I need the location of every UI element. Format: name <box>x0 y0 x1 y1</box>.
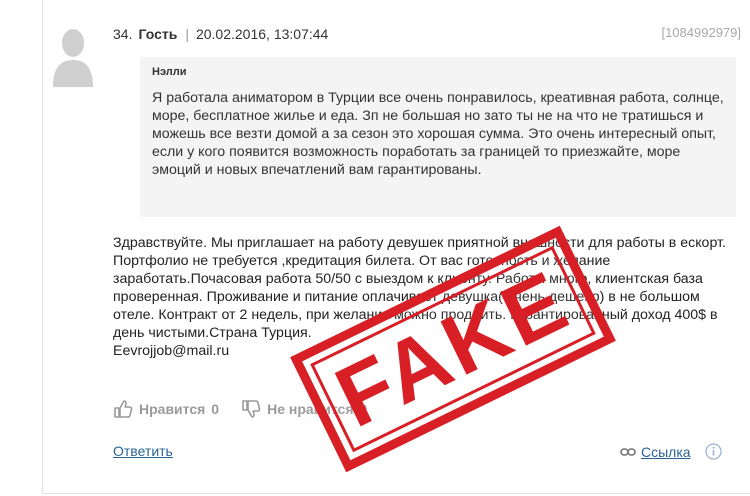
comment-header: 34. Гость | 20.02.2016, 13:07:44 [108499… <box>113 24 750 44</box>
thumbs-up-icon <box>114 400 133 418</box>
comment-id: [1084992979] <box>661 25 741 40</box>
comment-author[interactable]: Гость <box>138 26 177 42</box>
header-separator: | <box>185 26 189 42</box>
like-label: Нравится <box>139 401 206 417</box>
like-button[interactable]: Нравится 0 <box>113 399 219 419</box>
reply-link[interactable]: Ответить <box>113 443 173 459</box>
info-circle-icon[interactable] <box>704 443 722 460</box>
chain-link-icon <box>620 447 636 456</box>
comment-number: 34. <box>113 26 133 42</box>
quote-text: Я работала аниматором в Турции все очень… <box>152 90 724 178</box>
quoted-comment: Нэлли Я работала аниматором в Турции все… <box>140 57 736 217</box>
permalink[interactable]: Ссылка <box>620 443 722 460</box>
quote-author: Нэлли <box>152 66 187 78</box>
comment-datetime: 20.02.2016, 13:07:44 <box>195 26 329 42</box>
avatar <box>53 29 93 87</box>
thumbs-down-icon <box>242 400 261 418</box>
permalink-label: Ссылка <box>641 443 691 460</box>
like-count: 0 <box>211 401 220 417</box>
